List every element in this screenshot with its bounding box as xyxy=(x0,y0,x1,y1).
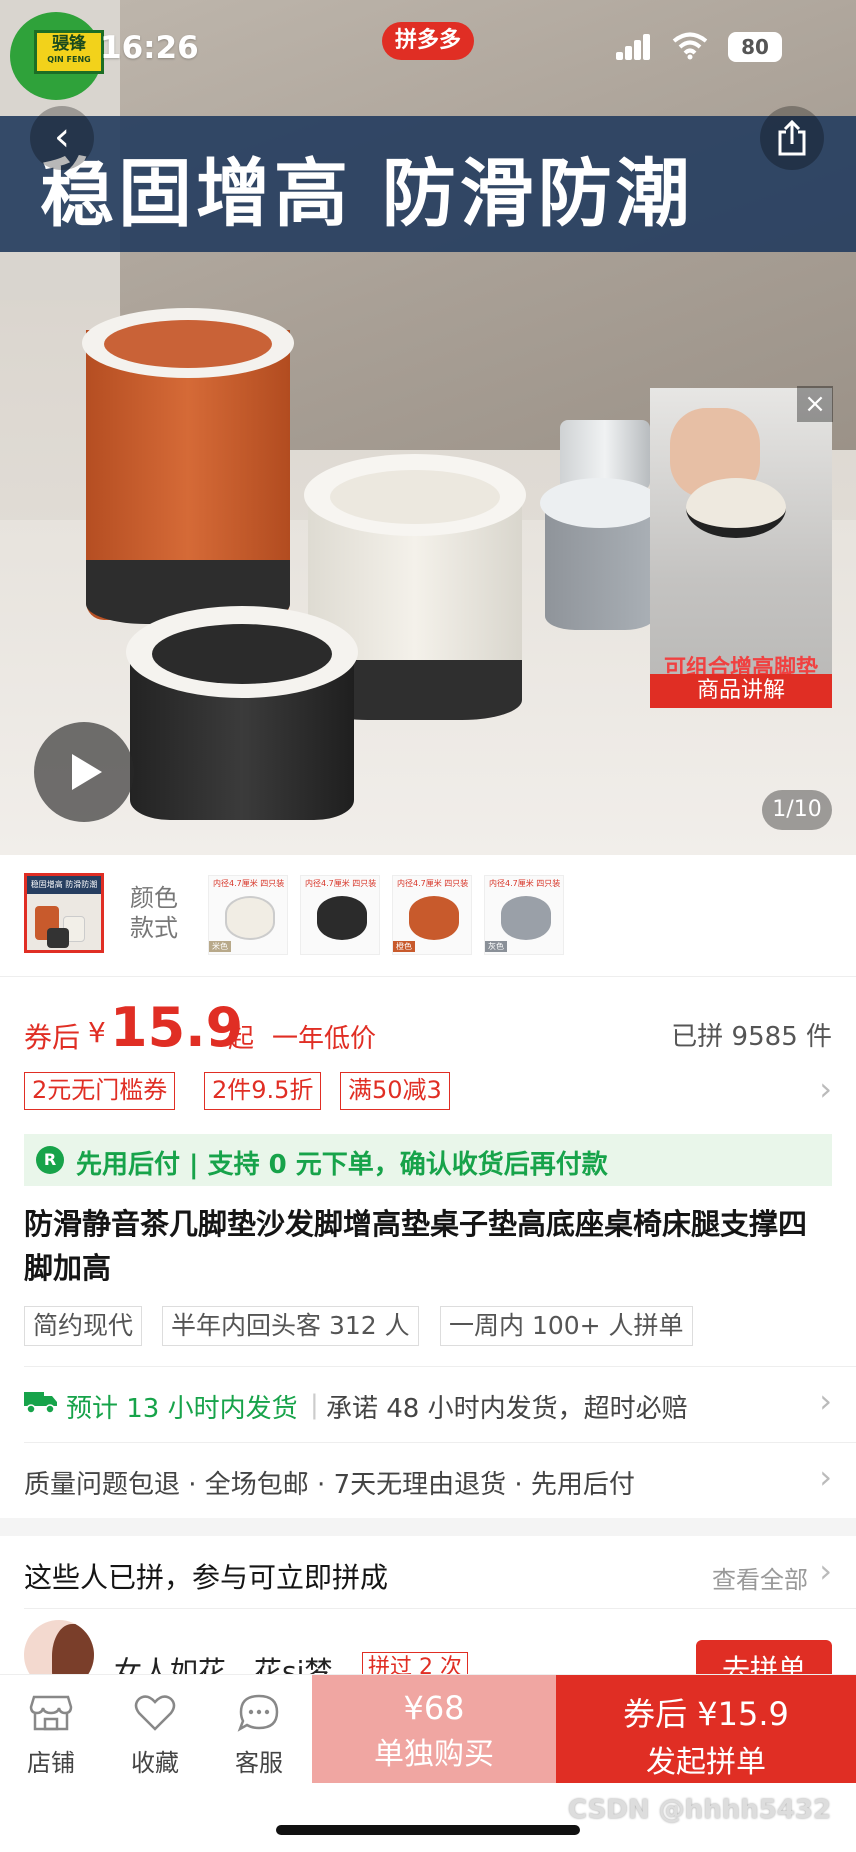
pay-later-text: 先用后付 | 支持 0 元下单，确认收货后再付款 xyxy=(76,1150,608,1180)
shipping-estimate: 预计 13 小时内发货 xyxy=(66,1394,298,1424)
divider xyxy=(24,1366,856,1367)
price-symbol: ¥ xyxy=(88,1016,106,1049)
close-icon[interactable]: × xyxy=(797,386,833,422)
battery-indicator: 80 xyxy=(728,32,782,62)
customer-service-button[interactable]: 客服 xyxy=(214,1693,304,1778)
image-banner: 稳固增高 防滑防潮 xyxy=(0,116,856,252)
back-button[interactable]: ‹ xyxy=(30,106,94,170)
group-price: 券后 ¥15.9 xyxy=(623,1695,789,1733)
sku-swatch xyxy=(501,896,551,940)
product-tag: 半年内回头客 312 人 xyxy=(162,1306,419,1346)
start-group-button[interactable]: 券后 ¥15.9 发起拼单 xyxy=(556,1675,856,1783)
status-time: 16:26 xyxy=(100,30,199,66)
chevron-left-icon: ‹ xyxy=(54,114,70,160)
section-gap xyxy=(0,1518,856,1536)
product-tags: 简约现代 半年内回头客 312 人 一周内 100+ 人拼单 xyxy=(24,1306,832,1346)
banner-text: 稳固增高 防滑防潮 xyxy=(40,151,694,237)
chevron-right-icon: › xyxy=(819,1070,832,1108)
view-all-link[interactable]: 查看全部 xyxy=(712,1560,808,1595)
pay-later-icon: R xyxy=(36,1146,64,1174)
group-label: 发起拼单 xyxy=(646,1745,766,1780)
sku-thumb-main[interactable]: 稳固增高 防滑防潮 xyxy=(24,873,104,953)
group-section-title: 这些人已拼，参与可立即拼成 xyxy=(24,1561,389,1594)
home-indicator[interactable] xyxy=(276,1825,580,1835)
sku-swatch xyxy=(225,896,275,940)
product-video-card[interactable]: 可组合增高脚垫 商品讲解 xyxy=(650,388,832,708)
store-label: 店铺 xyxy=(27,1749,75,1777)
price-row: 券后 ¥ 15.9 起 一年低价 已拼 9585 件 xyxy=(24,996,832,1059)
chevron-right-icon: › xyxy=(819,1382,832,1420)
buy-alone-button[interactable]: ¥68 单独购买 xyxy=(312,1675,556,1783)
wifi-icon xyxy=(672,32,708,67)
play-icon xyxy=(72,754,102,790)
divider xyxy=(24,1608,856,1609)
sku-label[interactable]: 颜色 款式 xyxy=(130,883,178,943)
shipping-row[interactable]: 预计 13 小时内发货 | 承诺 48 小时内发货，超时必赔 › xyxy=(24,1378,832,1430)
product-tag: 一周内 100+ 人拼单 xyxy=(440,1306,693,1346)
solo-label: 单独购买 xyxy=(374,1737,494,1772)
watermark-text: CSDN @hhhh5432 xyxy=(568,1795,832,1825)
customer-service-label: 客服 xyxy=(235,1749,283,1777)
service-row[interactable]: 质量问题包退 · 全场包邮 · 7天无理由退货 · 先用后付 › xyxy=(24,1454,832,1506)
pay-later-banner[interactable]: R 先用后付 | 支持 0 元下单，确认收货后再付款 xyxy=(24,1134,832,1186)
share-icon xyxy=(778,120,806,156)
bottom-action-bar: 店铺 收藏 客服 ¥68 单独购买 券后 ¥15.9 发起拼单 CSDN @hh… xyxy=(0,1674,856,1852)
image-pager: 1/10 xyxy=(762,790,832,830)
coupon-row[interactable]: 2元无门槛券 2件9.5折 满50减3 › xyxy=(24,1070,832,1112)
coupon-tag[interactable]: 2件9.5折 xyxy=(204,1072,322,1110)
truck-icon xyxy=(24,1392,57,1414)
watermark-logo-text: 骎锋 QIN FENG xyxy=(34,30,104,74)
heart-icon xyxy=(134,1695,176,1731)
mini-banner: 稳固增高 防滑防潮 xyxy=(27,876,101,894)
divider xyxy=(24,1442,856,1443)
product-title: 防滑静音茶几脚垫沙发脚增高垫桌子垫高底座桌椅床腿支撑四脚加高 xyxy=(24,1207,808,1285)
store-button[interactable]: 店铺 xyxy=(6,1693,96,1778)
sku-swatch xyxy=(317,896,367,940)
price-tag: 一年低价 xyxy=(272,1024,377,1054)
chevron-right-icon: › xyxy=(819,1458,832,1496)
video-product xyxy=(686,478,786,538)
sold-count: 已拼 9585 件 xyxy=(671,1022,832,1052)
product-tag: 简约现代 xyxy=(24,1306,143,1346)
coupon-tag[interactable]: 满50减3 xyxy=(340,1072,450,1110)
sku-thumb[interactable]: 内径4.7厘米 四只装 灰色 xyxy=(484,875,564,955)
separator: | xyxy=(310,1390,319,1420)
sku-thumb[interactable]: 内径4.7厘米 四只装 xyxy=(300,875,380,955)
sku-thumb[interactable]: 内径4.7厘米 四只装 橙色 xyxy=(392,875,472,955)
favorite-label: 收藏 xyxy=(131,1749,179,1777)
price-prefix: 券后 xyxy=(24,1021,81,1054)
service-guarantees: 质量问题包退 · 全场包邮 · 7天无理由退货 · 先用后付 xyxy=(24,1470,635,1500)
shipping-promise: 承诺 48 小时内发货，超时必赔 xyxy=(326,1394,688,1424)
status-bar: 骎锋 QIN FENG 16:26 拼多多 80 xyxy=(0,0,856,100)
coupon-tag[interactable]: 2元无门槛券 xyxy=(24,1072,176,1110)
video-label: 商品讲解 xyxy=(650,674,832,708)
sku-swatch xyxy=(409,896,459,940)
app-badge: 拼多多 xyxy=(382,22,474,60)
store-icon xyxy=(29,1695,73,1731)
chevron-right-icon: › xyxy=(819,1552,832,1590)
sku-strip: 稳固增高 防滑防潮 颜色 款式 内径4.7厘米 四只装 米色 内径4.7厘米 四… xyxy=(0,855,856,977)
share-button[interactable] xyxy=(760,106,824,170)
price-value: 15.9 xyxy=(110,996,244,1059)
price-suffix: 起 xyxy=(228,1024,255,1054)
favorite-button[interactable]: 收藏 xyxy=(110,1693,200,1778)
chat-icon xyxy=(237,1694,279,1732)
solo-price: ¥68 xyxy=(403,1689,465,1727)
play-button[interactable] xyxy=(34,722,134,822)
sku-thumb[interactable]: 内径4.7厘米 四只装 米色 xyxy=(208,875,288,955)
signal-icon xyxy=(616,34,652,60)
group-section-header: 这些人已拼，参与可立即拼成 查看全部 › xyxy=(24,1552,832,1596)
